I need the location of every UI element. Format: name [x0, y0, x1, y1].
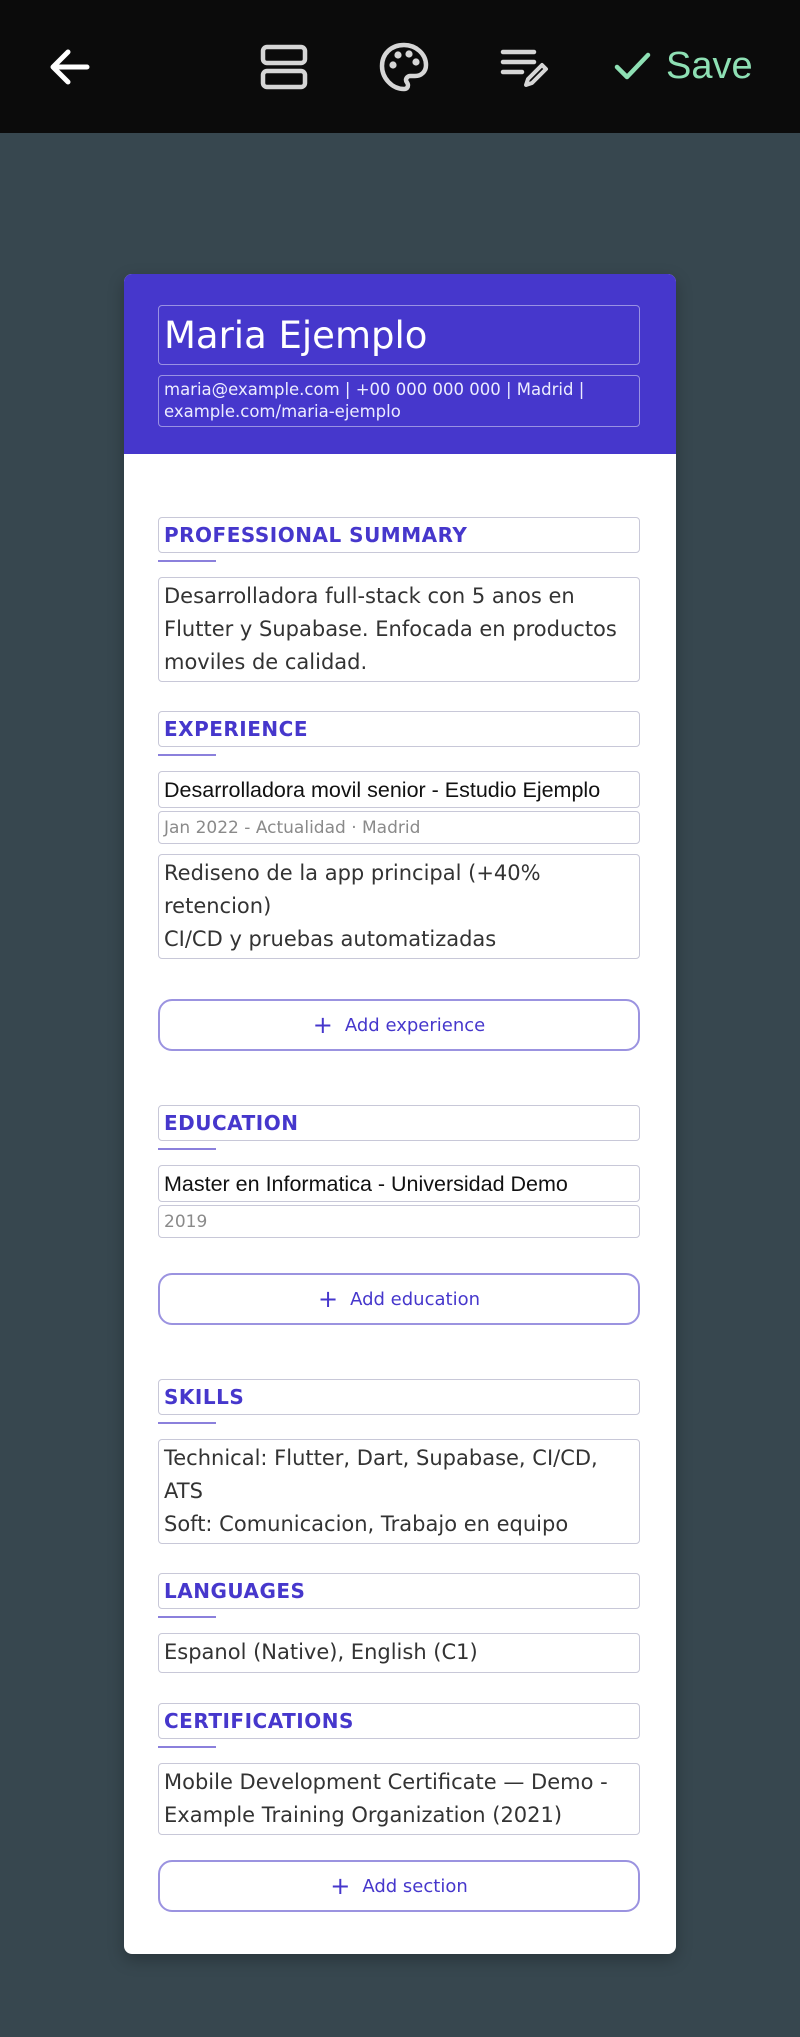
contact-field[interactable]: maria@example.com | +00 000 000 000 | Ma… [158, 375, 640, 427]
section-underline [158, 1746, 216, 1748]
plus-icon: + [312, 1011, 333, 1039]
section-underline [158, 754, 216, 756]
skills-field[interactable]: Technical: Flutter, Dart, Supabase, CI/C… [158, 1439, 640, 1544]
section-title-languages[interactable]: LANGUAGES [158, 1573, 640, 1609]
summary-field[interactable]: Desarrolladora full-stack con 5 anos en … [158, 577, 640, 682]
degree-field[interactable]: Master en Informatica - Universidad Demo [158, 1165, 640, 1202]
job-bullets-field[interactable]: Rediseno de la app principal (+40% reten… [158, 854, 640, 959]
top-app-bar: Save [0, 0, 800, 133]
back-button[interactable] [36, 33, 104, 101]
education-year-field[interactable]: 2019 [158, 1205, 640, 1238]
section-title-experience[interactable]: EXPERIENCE [158, 711, 640, 747]
section-title-summary[interactable]: PROFESSIONAL SUMMARY [158, 517, 640, 553]
add-education-label: Add education [350, 1288, 480, 1310]
certifications-field[interactable]: Mobile Development Certificate — Demo - … [158, 1763, 640, 1835]
job-meta-field[interactable]: Jan 2022 - Actualidad · Madrid [158, 811, 640, 844]
section-title-skills[interactable]: SKILLS [158, 1379, 640, 1415]
section-underline [158, 1148, 216, 1150]
palette-icon [379, 42, 429, 92]
check-icon [614, 52, 651, 80]
add-education-button[interactable]: + Add education [158, 1273, 640, 1325]
edit-content-button[interactable] [490, 33, 558, 101]
resume-header: Maria Ejemplo maria@example.com | +00 00… [124, 274, 676, 454]
section-underline [158, 560, 216, 562]
sections-icon [260, 44, 308, 90]
add-experience-button[interactable]: + Add experience [158, 999, 640, 1051]
resume-preview: Maria Ejemplo maria@example.com | +00 00… [124, 274, 676, 1954]
theme-button[interactable] [370, 33, 438, 101]
edit-list-icon [500, 49, 548, 87]
add-experience-label: Add experience [344, 1014, 486, 1036]
section-underline [158, 1616, 216, 1618]
plus-icon: + [330, 1872, 351, 1900]
arrow-left-icon [50, 49, 90, 85]
name-field[interactable]: Maria Ejemplo [158, 305, 640, 365]
save-label: Save [666, 44, 753, 87]
section-underline [158, 1422, 216, 1424]
languages-field[interactable]: Espanol (Native), English (C1) [158, 1633, 640, 1673]
job-title-field[interactable]: Desarrolladora movil senior - Estudio Ej… [158, 771, 640, 808]
section-title-certifications[interactable]: CERTIFICATIONS [158, 1703, 640, 1739]
plus-icon: + [318, 1285, 339, 1313]
sections-button[interactable] [250, 33, 318, 101]
save-button[interactable]: Save [612, 30, 782, 102]
section-title-education[interactable]: EDUCATION [158, 1105, 640, 1141]
add-section-label: Add section [362, 1875, 468, 1897]
add-section-button[interactable]: + Add section [158, 1860, 640, 1912]
